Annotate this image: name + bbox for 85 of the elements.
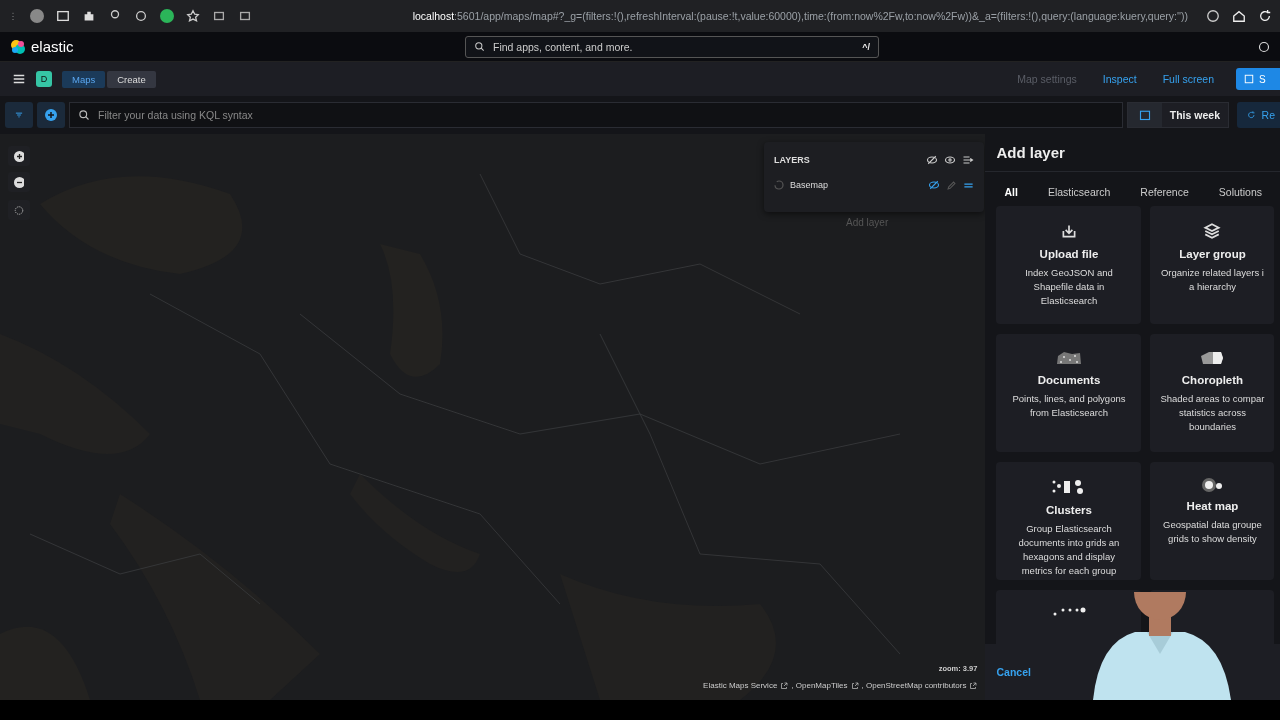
collapse-icon[interactable] <box>962 154 974 166</box>
card-description: Shapefile data in <box>1033 281 1105 293</box>
query-field[interactable]: Filter your data using KQL syntax <box>69 102 1123 128</box>
card-description: boundaries <box>1188 421 1236 433</box>
eye-icon[interactable] <box>944 154 956 166</box>
layer-type-card[interactable]: Choropleth Shaded areas to compar statistics across boundaries <box>1150 334 1275 452</box>
plus-icon <box>14 150 24 162</box>
shaded-area-icon <box>1199 350 1226 366</box>
breadcrumb[interactable]: Create <box>107 70 156 88</box>
avatar-icon[interactable] <box>30 9 44 23</box>
card-title: Upload file <box>1039 248 1099 260</box>
home-icon[interactable] <box>1232 9 1246 23</box>
shortcut-hint: ^/ <box>862 41 870 52</box>
card-description: Index GeoJSON and <box>1025 267 1113 279</box>
card-description: documents into grids an <box>1018 537 1120 549</box>
minus-icon <box>14 176 24 188</box>
header-link[interactable]: Inspect <box>1102 73 1137 85</box>
dots-icon <box>1051 606 1086 616</box>
card-title: Layer group <box>1179 248 1246 260</box>
layer-name[interactable]: Basemap <box>790 180 922 190</box>
space-avatar[interactable]: D <box>36 71 52 87</box>
card-title: Clusters <box>1045 504 1092 516</box>
save-icon <box>1244 74 1254 84</box>
eye-off-icon[interactable] <box>926 154 938 166</box>
locate-button[interactable] <box>8 200 30 220</box>
card-description: a hierarchy <box>1188 281 1236 293</box>
eye-off-icon[interactable] <box>928 179 940 191</box>
attribution-link[interactable]: , OpenStreetMap contributors <box>861 681 967 690</box>
external-link-icon <box>850 681 859 690</box>
layer-type-card[interactable]: Documents Points, lines, and polygons from Elasticsearch <box>996 334 1142 452</box>
stack-icon <box>1203 222 1222 240</box>
layer-type-card[interactable]: Clusters Group Elasticsearch documents into grids an hexagons and display metrics for each group <box>996 462 1142 580</box>
logo-icon[interactable] <box>10 38 26 55</box>
menu-icon[interactable] <box>12 72 26 86</box>
card-description: Elasticsearch <box>1040 295 1098 307</box>
search-icon <box>474 41 485 52</box>
tab[interactable]: Reference <box>1140 186 1189 198</box>
header-link[interactable]: Full screen <box>1162 73 1214 85</box>
panel-title: LAYERS <box>774 155 810 165</box>
target-icon <box>14 204 24 216</box>
card-description: Organize related layers i <box>1161 267 1264 279</box>
extension-icon[interactable] <box>134 9 148 23</box>
external-link-icon <box>969 681 978 690</box>
date-picker-button[interactable] <box>1127 103 1162 127</box>
attribution-link[interactable]: , OpenMapTiles <box>791 681 848 690</box>
card-description: Group Elasticsearch <box>1026 523 1112 535</box>
sidebar-icon[interactable] <box>56 9 70 23</box>
card-description: Geospatial data groupe <box>1163 519 1262 531</box>
card-title: Choropleth <box>1181 374 1244 386</box>
tab[interactable]: Elasticsearch <box>1047 186 1111 198</box>
dotted-map-icon <box>1055 350 1082 366</box>
layer-type-card[interactable]: Heat map Geospatial data groupe grids to show density <box>1150 462 1275 580</box>
logo-text: elastic <box>31 38 74 55</box>
tab[interactable]: All <box>1004 186 1018 198</box>
card-description: Points, lines, and polygons <box>1012 393 1126 405</box>
star-icon[interactable] <box>186 9 200 23</box>
add-filter-button[interactable] <box>37 102 65 128</box>
zoom-in-button[interactable] <box>8 146 30 166</box>
card-title: Heat map <box>1186 500 1239 512</box>
layer-type-card[interactable]: Upload file Index GeoJSON and Shapefile data in Elasticsearch <box>996 206 1142 324</box>
card-title: Documents <box>1037 374 1101 386</box>
flyout-title: Add layer <box>985 134 1280 172</box>
extension-icon[interactable] <box>160 9 174 23</box>
layer-type-card[interactable]: Layer group Organize related layers i a hierarchy <box>1150 206 1275 324</box>
cancel-button[interactable]: Cancel <box>996 666 1031 678</box>
attribution-link[interactable]: Elastic Maps Service <box>703 681 778 690</box>
card-description: grids to show density <box>1168 533 1257 545</box>
card-description: Shaded areas to compar <box>1160 393 1265 405</box>
calendar-icon <box>1138 109 1151 121</box>
plus-icon <box>45 109 57 121</box>
breadcrumb[interactable]: Maps <box>62 70 106 88</box>
save-button[interactable]: S <box>1236 68 1280 90</box>
external-link-icon <box>780 681 789 690</box>
tab[interactable]: Solutions <box>1218 186 1262 198</box>
card-description: hexagons and display <box>1023 551 1115 563</box>
search-icon <box>78 109 90 121</box>
card-description: statistics across <box>1178 407 1246 419</box>
refresh-icon <box>1247 110 1256 120</box>
reload-icon[interactable] <box>1258 9 1272 23</box>
zoom-out-button[interactable] <box>8 172 30 192</box>
search-field[interactable]: Find apps, content, and more. ^/ <box>465 35 879 58</box>
filter-icon <box>14 110 24 120</box>
card-description: metrics for each group <box>1021 565 1117 577</box>
card-description: from Elasticsearch <box>1029 407 1109 419</box>
refresh-button[interactable]: Re <box>1237 102 1280 128</box>
